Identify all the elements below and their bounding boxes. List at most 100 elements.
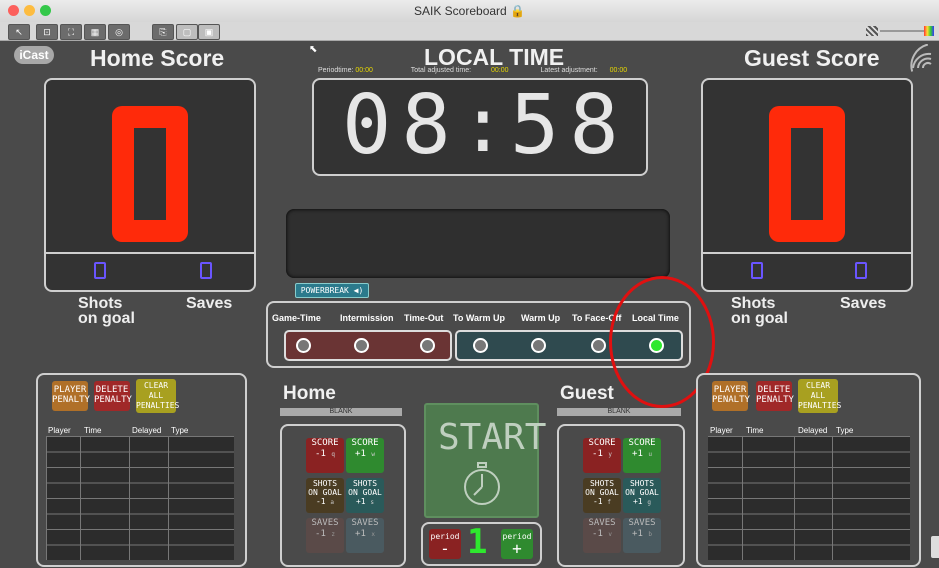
guest-saves-counter <box>855 262 867 279</box>
warm-up-led[interactable] <box>531 338 546 353</box>
period-value: 1 <box>467 522 488 562</box>
checker-icon <box>866 26 878 36</box>
clock-seconds: 58 <box>510 78 629 173</box>
guest-shots-minus-button[interactable]: SHOTS ON GOAL -1 f <box>583 478 621 513</box>
zoom-tool-icon[interactable]: ⊡ <box>36 24 58 40</box>
home-delete-penalty-button[interactable]: DELETE PENALTY <box>94 381 132 411</box>
guest-score-title: Guest Score <box>744 45 880 71</box>
guest-saves-label: Saves <box>840 295 887 312</box>
col-time: Time <box>746 426 764 435</box>
col-time: Time <box>84 426 102 435</box>
guest-shots-plus-button[interactable]: SHOTS ON GOAL +1 g <box>623 478 661 513</box>
guest-penalty-panel: PLAYER PENALTY DELETE PENALTY CLEAR ALL … <box>696 373 921 567</box>
home-clear-penalties-button[interactable]: CLEAR ALL PENALTIES <box>136 379 179 413</box>
start-button[interactable]: START <box>424 403 546 518</box>
guest-shots-counter <box>751 262 763 279</box>
home-saves-plus-button[interactable]: SAVES +1 x <box>346 518 384 553</box>
powerbreak-button[interactable]: POWERBREAK ◀) <box>295 283 369 298</box>
guest-penalty-table <box>708 436 910 560</box>
guest-score-plus-button[interactable]: SCORE +1 u <box>623 438 661 473</box>
col-type: Type <box>171 426 189 435</box>
mode-label: Warm Up <box>521 313 561 323</box>
color-icon <box>924 26 934 36</box>
clock-info-row: Periodtime: 00:00 Total adjusted time: 0… <box>318 67 658 74</box>
stopwatch-icon <box>464 462 500 505</box>
col-delayed: Delayed <box>132 426 162 435</box>
copy-tool-icon[interactable]: ⎘ <box>152 24 174 40</box>
home-saves-counter <box>200 262 212 279</box>
col-player: Player <box>48 426 71 435</box>
time-out-led[interactable] <box>420 338 435 353</box>
mode-label: Game-Time <box>272 313 321 323</box>
window-titlebar: SAIK Scoreboard 🔒 <box>0 0 939 23</box>
guest-shots-label: Shots on goal <box>731 295 788 327</box>
period-minus-button[interactable]: period - <box>429 529 461 559</box>
guest-dropdown[interactable]: BLANK <box>557 408 681 416</box>
mode-label: Intermission <box>340 313 394 323</box>
icast-logo: iCast <box>14 46 54 64</box>
periodtime-value: 00:00 <box>355 67 373 74</box>
latest-value: 00:00 <box>609 67 628 74</box>
camera-tool-icon[interactable]: ◎ <box>108 24 130 40</box>
zoom-slider[interactable] <box>866 26 934 36</box>
mode-label: Time-Out <box>404 313 444 323</box>
home-shots-label: Shots on goal <box>78 295 135 327</box>
guest-score-minus-button[interactable]: SCORE -1 y <box>583 438 621 473</box>
adjusted-value: 00:00 <box>490 67 509 74</box>
wifi-icon <box>910 44 932 72</box>
window-title: SAIK Scoreboard 🔒 <box>414 4 525 18</box>
col-delayed: Delayed <box>798 426 828 435</box>
home-score-controls: SCORE -1 q SCORE +1 w SHOTS ON GOAL -1 a… <box>280 424 406 567</box>
home-section-title: Home <box>283 383 336 404</box>
home-score-minus-button[interactable]: SCORE -1 q <box>306 438 344 473</box>
home-dropdown[interactable]: BLANK <box>280 408 402 416</box>
period-control: period - 1 period + <box>421 522 542 566</box>
toolbar: ↖ ⊡ ⛶ ▦ ◎ ⎘ ▢ ▣ <box>0 22 939 41</box>
col-player: Player <box>710 426 733 435</box>
clock-minutes: 08 <box>342 78 461 173</box>
home-score-plus-button[interactable]: SCORE +1 w <box>346 438 384 473</box>
guest-saves-minus-button[interactable]: SAVES -1 v <box>583 518 621 553</box>
edge-widget-icon[interactable] <box>931 536 939 558</box>
guest-score-panel <box>701 78 913 292</box>
latest-label: Latest adjustment: <box>540 67 598 74</box>
home-score-title: Home Score <box>90 45 225 71</box>
guest-score-digit <box>769 106 845 242</box>
guest-saves-plus-button[interactable]: SAVES +1 b <box>623 518 661 553</box>
doc-tool-icon[interactable]: ▢ <box>176 24 198 40</box>
guest-clear-penalties-button[interactable]: CLEAR ALL PENALTIES <box>798 379 841 413</box>
message-display <box>286 209 670 278</box>
fullscreen-tool-icon[interactable]: ⛶ <box>60 24 82 40</box>
clock-separator: : <box>460 80 506 169</box>
guest-section-title: Guest <box>560 383 614 404</box>
home-shots-plus-button[interactable]: SHOTS ON GOAL +1 s <box>346 478 384 513</box>
guest-delete-penalty-button[interactable]: DELETE PENALTY <box>756 381 794 411</box>
home-shots-counter <box>94 262 106 279</box>
col-type: Type <box>836 426 854 435</box>
periodtime-label: Periodtime: <box>318 67 354 74</box>
clock-panel: 08 : 58 <box>312 78 648 176</box>
home-saves-minus-button[interactable]: SAVES -1 z <box>306 518 344 553</box>
period-plus-button[interactable]: period + <box>501 529 533 559</box>
guest-player-penalty-button[interactable]: PLAYER PENALTY <box>712 381 750 411</box>
home-shots-minus-button[interactable]: SHOTS ON GOAL -1 a <box>306 478 344 513</box>
home-saves-label: Saves <box>186 295 233 312</box>
home-penalty-panel: PLAYER PENALTY DELETE PENALTY CLEAR ALL … <box>36 373 247 567</box>
adjusted-label: Total adjusted time: <box>410 67 472 74</box>
to-warm-up-led[interactable] <box>473 338 488 353</box>
home-player-penalty-button[interactable]: PLAYER PENALTY <box>52 381 90 411</box>
home-penalty-table <box>46 436 234 560</box>
home-score-digit <box>112 106 188 242</box>
start-label: START <box>438 417 547 458</box>
mode-label: To Warm Up <box>453 313 505 323</box>
to-face-off-led[interactable] <box>591 338 606 353</box>
mouse-cursor-icon: ⬉ <box>309 44 318 55</box>
guest-score-controls: SCORE -1 y SCORE +1 u SHOTS ON GOAL -1 f… <box>557 424 685 567</box>
paste-tool-icon[interactable]: ▣ <box>198 24 220 40</box>
home-score-panel <box>44 78 256 292</box>
game-time-led[interactable] <box>296 338 311 353</box>
intermission-led[interactable] <box>354 338 369 353</box>
game-modes-group <box>284 330 452 361</box>
grid-tool-icon[interactable]: ▦ <box>84 24 106 40</box>
pointer-tool-icon[interactable]: ↖ <box>8 24 30 40</box>
